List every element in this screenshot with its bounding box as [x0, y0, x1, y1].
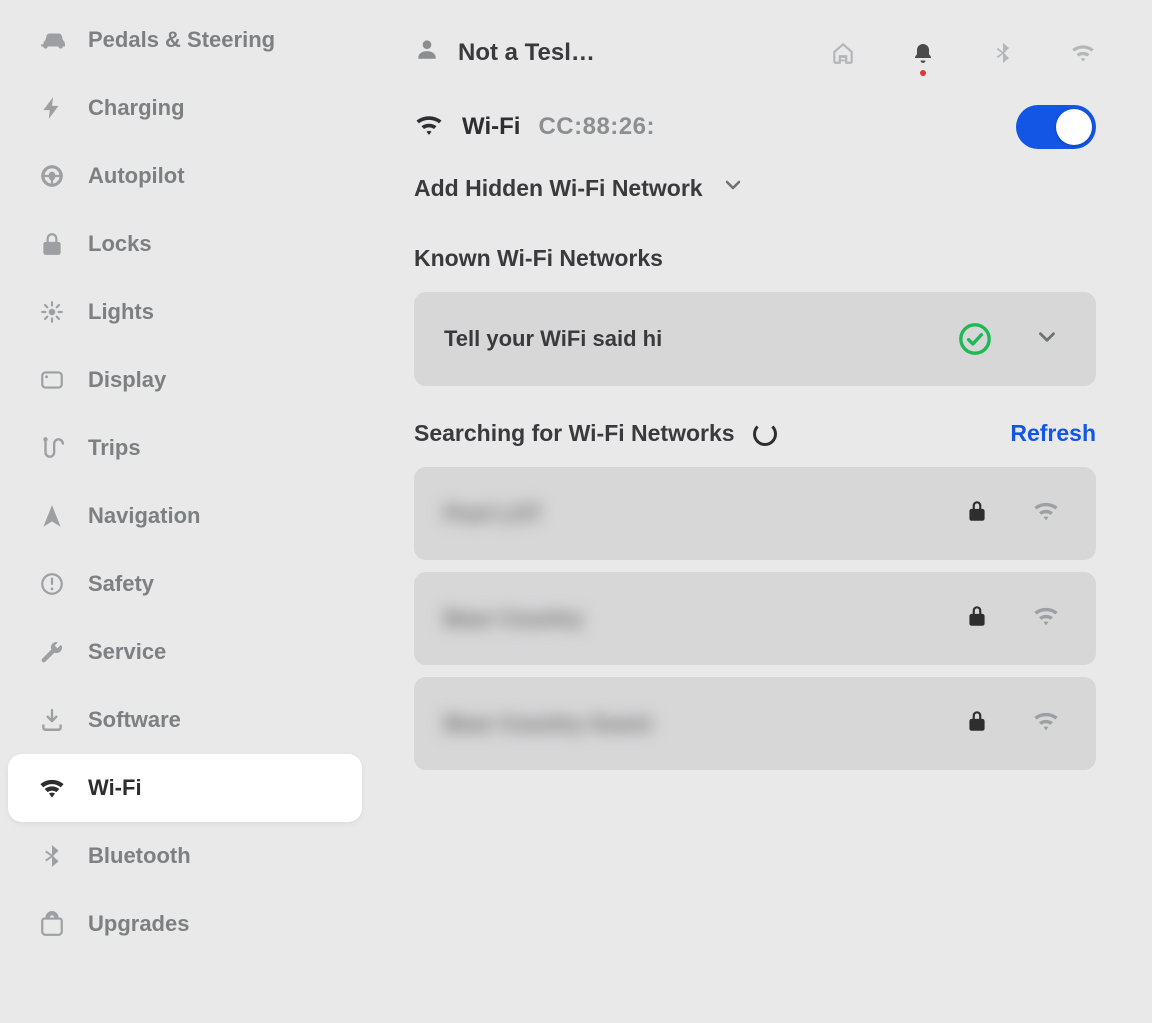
add-hidden-network-button[interactable]: Add Hidden Wi-Fi Network	[414, 173, 1096, 203]
sidebar-item-display[interactable]: Display	[8, 346, 362, 414]
found-network-row[interactable]: Bear Country Guest	[414, 677, 1096, 770]
wifi-icon	[38, 774, 66, 802]
searching-label: Searching for Wi-Fi Networks	[414, 420, 735, 447]
sidebar-item-label: Charging	[88, 95, 344, 121]
settings-sidebar: Pedals & Steering Charging Autopilot Locks L…	[0, 0, 370, 1023]
display-icon	[38, 366, 66, 394]
trips-icon	[38, 434, 66, 462]
sidebar-item-safety[interactable]: Safety	[8, 550, 362, 618]
notification-dot	[920, 70, 926, 76]
wifi-signal-icon	[1032, 497, 1060, 530]
lock-icon	[38, 230, 66, 258]
lock-icon	[964, 708, 990, 739]
known-networks-heading: Known Wi-Fi Networks	[414, 245, 1096, 272]
loading-spinner-icon	[753, 422, 777, 446]
sidebar-item-label: Navigation	[88, 503, 344, 529]
steering-icon	[38, 162, 66, 190]
homelink-icon[interactable]	[830, 40, 856, 66]
bolt-icon	[38, 94, 66, 122]
add-hidden-label: Add Hidden Wi-Fi Network	[414, 175, 703, 202]
sidebar-item-autopilot[interactable]: Autopilot	[8, 142, 362, 210]
sidebar-item-label: Display	[88, 367, 344, 393]
sidebar-item-label: Locks	[88, 231, 344, 257]
chevron-down-icon[interactable]	[1034, 324, 1060, 355]
found-network-row[interactable]: Pool LOT	[414, 467, 1096, 560]
wrench-icon	[38, 638, 66, 666]
light-icon	[38, 298, 66, 326]
wifi-settings-panel: Not a Tesl… Wi-Fi CC:88:26:	[370, 0, 1152, 1023]
lock-icon	[964, 603, 990, 634]
sidebar-item-label: Wi-Fi	[88, 775, 344, 801]
sidebar-item-lights[interactable]: Lights	[8, 278, 362, 346]
sidebar-item-label: Service	[88, 639, 344, 665]
found-network-row[interactable]: Bear Country	[414, 572, 1096, 665]
sidebar-item-label: Software	[88, 707, 344, 733]
wifi-signal-icon	[1032, 707, 1060, 740]
wifi-signal-icon	[1032, 602, 1060, 635]
sidebar-item-label: Safety	[88, 571, 344, 597]
wifi-mac-address: CC:88:26:	[538, 113, 655, 141]
network-ssid: Bear Country	[444, 606, 583, 632]
status-icon-row	[830, 40, 1096, 66]
sidebar-item-trips[interactable]: Trips	[8, 414, 362, 482]
refresh-button[interactable]: Refresh	[1010, 420, 1096, 447]
car-icon	[38, 26, 66, 54]
chevron-down-icon	[721, 173, 745, 203]
bluetooth-status-icon[interactable]	[990, 40, 1016, 66]
sidebar-item-upgrades[interactable]: Upgrades	[8, 890, 362, 958]
network-ssid: Tell your WiFi said hi	[444, 326, 662, 352]
sidebar-item-navigation[interactable]: Navigation	[8, 482, 362, 550]
sidebar-item-locks[interactable]: Locks	[8, 210, 362, 278]
sidebar-item-software[interactable]: Software	[8, 686, 362, 754]
sidebar-item-bluetooth[interactable]: Bluetooth	[8, 822, 362, 890]
nav-icon	[38, 502, 66, 530]
sidebar-item-label: Autopilot	[88, 163, 344, 189]
bag-icon	[38, 910, 66, 938]
wifi-toggle[interactable]	[1016, 105, 1096, 149]
network-ssid: Pool LOT	[444, 501, 542, 527]
sidebar-item-label: Upgrades	[88, 911, 344, 937]
wifi-status-icon[interactable]	[1070, 40, 1096, 66]
wifi-icon	[414, 110, 444, 145]
bluetooth-icon	[38, 842, 66, 870]
known-network-row[interactable]: Tell your WiFi said hi	[414, 292, 1096, 386]
connected-check-icon	[958, 322, 992, 356]
sidebar-item-wi-fi[interactable]: Wi-Fi	[8, 754, 362, 822]
sidebar-item-pedals-steering[interactable]: Pedals & Steering	[8, 6, 362, 74]
notifications-icon[interactable]	[910, 40, 936, 66]
network-ssid: Bear Country Guest	[444, 711, 652, 737]
wifi-heading: Wi-Fi	[462, 113, 520, 141]
warn-icon	[38, 570, 66, 598]
person-icon	[414, 36, 440, 69]
sidebar-item-label: Trips	[88, 435, 344, 461]
sidebar-item-charging[interactable]: Charging	[8, 74, 362, 142]
sidebar-item-label: Pedals & Steering	[88, 27, 344, 53]
profile-chip[interactable]: Not a Tesl…	[414, 36, 595, 69]
download-icon	[38, 706, 66, 734]
lock-icon	[964, 498, 990, 529]
toggle-knob	[1056, 109, 1092, 145]
sidebar-item-label: Lights	[88, 299, 344, 325]
sidebar-item-service[interactable]: Service	[8, 618, 362, 686]
profile-name: Not a Tesl…	[458, 39, 595, 67]
sidebar-item-label: Bluetooth	[88, 843, 344, 869]
